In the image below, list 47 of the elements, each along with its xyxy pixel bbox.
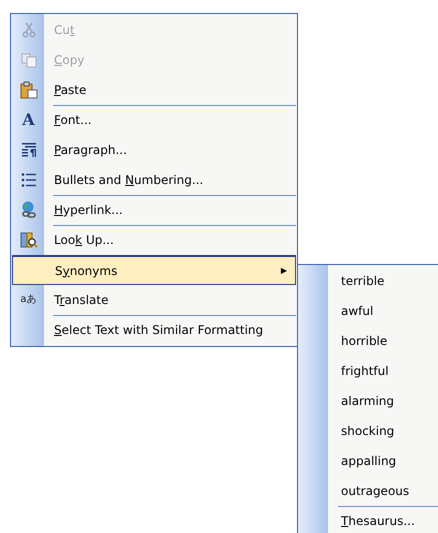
paragraph-icon <box>20 142 36 158</box>
book-magnifier-icon <box>20 231 38 249</box>
menu-item-label: Select Text with Similar Formatting <box>53 323 264 337</box>
scissors-icon <box>20 22 36 38</box>
copy-icon <box>20 52 36 68</box>
menu-item-label: shocking <box>341 424 394 438</box>
menu-item[interactable]: outrageous <box>299 476 438 506</box>
menu-item-label: Hyperlink... <box>53 203 123 217</box>
menu-item[interactable]: terrible <box>299 266 438 296</box>
font-icon: A <box>22 112 35 128</box>
menu-item-label: Paragraph... <box>53 143 127 157</box>
translate-icon: aあ <box>20 295 37 305</box>
menu-item-label: Thesaurus... <box>341 514 415 528</box>
menu-item[interactable]: Bullets and Numbering... <box>12 165 296 195</box>
menu-item[interactable]: Synonyms ▶ <box>12 255 296 285</box>
menu-item[interactable]: aあ Translate <box>12 285 296 315</box>
menu-item[interactable]: alarming <box>299 386 438 416</box>
menu-item[interactable]: shocking <box>299 416 438 446</box>
menu-item[interactable]: appalling <box>299 446 438 476</box>
menu-item-label: Translate <box>53 293 109 307</box>
menu-item-label: terrible <box>341 274 384 288</box>
menu-item-label: alarming <box>341 394 394 408</box>
menu-item-label: Font... <box>53 113 92 127</box>
menu-item-label: Synonyms <box>54 264 118 278</box>
menu-item-label: horrible <box>341 334 388 348</box>
menu-item-label: Cut <box>53 23 75 37</box>
menu-item-label: appalling <box>341 454 396 468</box>
menu-item[interactable]: Paragraph... <box>12 135 296 165</box>
menu-item[interactable]: frightful <box>299 356 438 386</box>
menu-item-label: Paste <box>53 83 86 97</box>
menu-item-label: frightful <box>341 364 389 378</box>
globe-link-icon <box>20 201 38 219</box>
menu-item[interactable]: Hyperlink... <box>12 195 296 225</box>
menu-item[interactable]: awful <box>299 296 438 326</box>
menu-item-label: Look Up... <box>53 233 114 247</box>
menu-item[interactable]: Select Text with Similar Formatting <box>12 315 296 345</box>
menu-item[interactable]: A Font... <box>12 105 296 135</box>
submenu-arrow-icon: ▶ <box>280 266 287 275</box>
menu-item-label: outrageous <box>341 484 410 498</box>
menu-item-label: awful <box>341 304 374 318</box>
menu-item[interactable]: horrible <box>299 326 438 356</box>
menu-item[interactable]: Look Up... <box>12 225 296 255</box>
menu-item-label: Copy <box>53 53 84 67</box>
clipboard-icon <box>20 81 38 99</box>
menu-item-label: Bullets and Numbering... <box>53 173 204 187</box>
bullet-list-icon <box>20 172 36 188</box>
menu-item[interactable]: Paste <box>12 75 296 105</box>
